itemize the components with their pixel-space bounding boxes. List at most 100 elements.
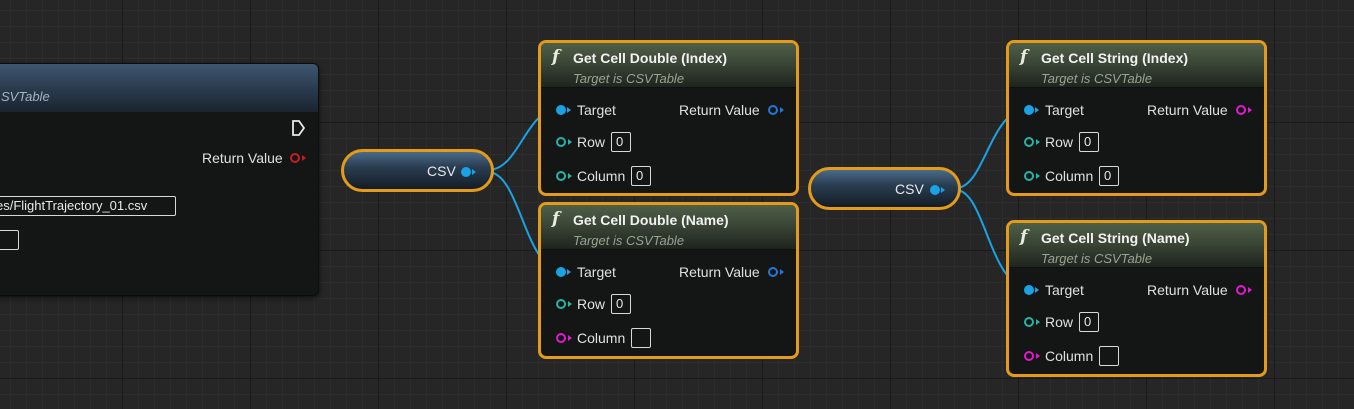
csv-reroute-node-1[interactable]: CSV	[341, 149, 494, 192]
target-pin[interactable]	[556, 267, 566, 277]
row-input-row: Row 0	[1009, 310, 1264, 334]
return-value-label: Return Value	[202, 150, 283, 166]
node-header: f Get Cell String (Name) Target is CSVTa…	[1009, 223, 1264, 268]
node-header: f Get Cell String (Index) Target is CSVT…	[1009, 43, 1264, 88]
column-pin-arrow	[568, 173, 572, 179]
read-csv-node[interactable]: SVTable Return Value es/FlightTrajectory…	[0, 63, 319, 296]
return-value-pin[interactable]	[1236, 105, 1246, 115]
row-input[interactable]: 0	[611, 132, 631, 152]
function-icon: f	[552, 47, 560, 67]
csv-output-pin-arrow	[472, 169, 476, 175]
get-cell-double-name-node[interactable]: f Get Cell Double (Name) Target is CSVTa…	[538, 202, 799, 359]
return-value-pin[interactable]	[768, 105, 778, 115]
target-label: Target	[577, 264, 616, 280]
column-input[interactable]	[1099, 346, 1119, 366]
column-input[interactable]: 0	[631, 166, 651, 186]
return-value-pin-arrow	[302, 155, 306, 161]
target-pin[interactable]	[1024, 105, 1034, 115]
row-input-row: Row 0	[541, 292, 796, 316]
column-pin[interactable]	[556, 333, 566, 343]
return-value-pin-arrow	[1248, 107, 1252, 113]
column-pin[interactable]	[1024, 171, 1034, 181]
column-label: Column	[577, 330, 626, 346]
target-row: Target Return Value	[1009, 278, 1264, 302]
target-row: Target Return Value	[541, 260, 796, 284]
exec-output-icon	[292, 120, 306, 136]
node-title: Get Cell Double (Index)	[573, 50, 728, 66]
node-title: Get Cell String (Index)	[1041, 50, 1189, 66]
node-subtitle: Target is CSVTable	[573, 233, 685, 248]
target-label: Target	[577, 102, 616, 118]
csv-reroute-label: CSV	[427, 163, 456, 179]
function-icon: f	[552, 209, 560, 229]
return-value-pin-arrow	[1248, 287, 1252, 293]
target-pin[interactable]	[1024, 285, 1034, 295]
file-path-field[interactable]: es/FlightTrajectory_01.csv	[0, 196, 176, 216]
row-input-row: Row 0	[541, 130, 796, 154]
function-icon: f	[1020, 227, 1028, 247]
node-subtitle: Target is CSVTable	[1041, 71, 1153, 86]
target-pin[interactable]	[556, 105, 566, 115]
row-pin[interactable]	[556, 137, 566, 147]
column-label: Column	[577, 168, 626, 184]
return-value-pin-arrow	[780, 269, 784, 275]
column-pin[interactable]	[556, 171, 566, 181]
csv-output-pin-arrow	[941, 187, 945, 193]
csv-reroute-label: CSV	[895, 181, 924, 197]
exec-output-pin[interactable]	[291, 120, 306, 136]
get-cell-string-index-node[interactable]: f Get Cell String (Index) Target is CSVT…	[1006, 40, 1267, 196]
row-pin-arrow	[568, 301, 572, 307]
row-pin-arrow	[1036, 139, 1040, 145]
target-pin-arrow	[1035, 107, 1039, 113]
node-subtitle: Target is CSVTable	[573, 71, 685, 86]
column-pin-arrow	[568, 335, 572, 341]
row-input[interactable]: 0	[611, 294, 631, 314]
row-input[interactable]: 0	[1079, 132, 1099, 152]
row-pin[interactable]	[1024, 137, 1034, 147]
column-input-row: Column 0	[541, 164, 796, 188]
return-value-pin[interactable]	[1236, 285, 1246, 295]
node-header: f Get Cell Double (Name) Target is CSVTa…	[541, 205, 796, 250]
row-input[interactable]: 0	[1079, 312, 1099, 332]
row-label: Row	[577, 296, 606, 312]
column-label: Column	[1045, 348, 1094, 364]
return-value-pin-arrow	[780, 107, 784, 113]
return-value-label: Return Value	[679, 264, 760, 280]
node-subtitle: SVTable	[1, 89, 50, 104]
target-row: Target Return Value	[1009, 98, 1264, 122]
column-input[interactable]: 0	[1099, 166, 1119, 186]
get-cell-string-name-node[interactable]: f Get Cell String (Name) Target is CSVTa…	[1006, 220, 1267, 377]
row-pin-arrow	[568, 139, 572, 145]
csv-reroute-node-2[interactable]: CSV	[808, 167, 961, 210]
csv-output-pin[interactable]	[930, 185, 940, 195]
target-label: Target	[1045, 282, 1084, 298]
column-input-row: Column 0	[1009, 164, 1264, 188]
target-pin-arrow	[567, 107, 571, 113]
column-input-row: Column	[1009, 344, 1264, 368]
return-value-label: Return Value	[1147, 282, 1228, 298]
get-cell-double-index-node[interactable]: f Get Cell Double (Index) Target is CSVT…	[538, 40, 799, 196]
row-label: Row	[1045, 134, 1074, 150]
csv-output-pin[interactable]	[461, 167, 471, 177]
column-pin-arrow	[1036, 173, 1040, 179]
column-pin-arrow	[1036, 353, 1040, 359]
return-value-pin[interactable]	[290, 153, 300, 163]
column-input[interactable]	[631, 328, 651, 348]
target-pin-arrow	[1035, 287, 1039, 293]
return-value-pin[interactable]	[768, 267, 778, 277]
row-pin[interactable]	[556, 299, 566, 309]
row-input-row: Row 0	[1009, 130, 1264, 154]
target-label: Target	[1045, 102, 1084, 118]
function-icon: f	[1020, 47, 1028, 67]
row-label: Row	[1045, 314, 1074, 330]
column-label: Column	[1045, 168, 1094, 184]
row-pin[interactable]	[1024, 317, 1034, 327]
delimiter-field[interactable]: ,	[0, 230, 19, 250]
target-row: Target Return Value	[541, 98, 796, 122]
node-title: Get Cell Double (Name)	[573, 212, 729, 228]
row-label: Row	[577, 134, 606, 150]
node-header: f Get Cell Double (Index) Target is CSVT…	[541, 43, 796, 88]
node-subtitle: Target is CSVTable	[1041, 251, 1153, 266]
column-pin[interactable]	[1024, 351, 1034, 361]
return-value-label: Return Value	[1147, 102, 1228, 118]
